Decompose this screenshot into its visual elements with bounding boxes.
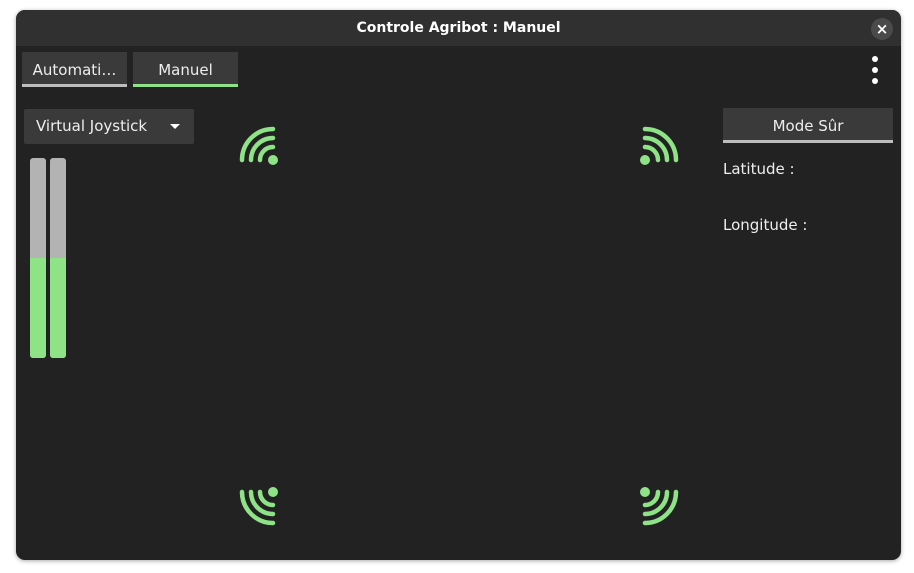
dot-icon: [872, 56, 878, 62]
dot-icon: [872, 78, 878, 84]
right-level-fill: [50, 258, 66, 358]
right-level-gauge: [50, 158, 66, 358]
menu-button[interactable]: [867, 55, 883, 85]
left-level-fill: [30, 258, 46, 358]
controller-dropdown[interactable]: Virtual Joystick: [24, 109, 194, 144]
wifi-top-right-icon: [636, 120, 684, 168]
safe-mode-button[interactable]: Mode Sûr: [723, 108, 893, 143]
dot-icon: [872, 67, 878, 73]
wifi-bottom-right-icon: [636, 484, 684, 532]
latitude-label: Latitude :: [723, 160, 795, 178]
titlebar: Controle Agribot : Manuel ×: [16, 10, 901, 46]
longitude-label: Longitude :: [723, 216, 808, 234]
window-title: Controle Agribot : Manuel: [356, 20, 561, 36]
tab-manual[interactable]: Manuel: [133, 52, 238, 87]
controller-dropdown-value: Virtual Joystick: [36, 117, 148, 135]
chevron-down-icon: [170, 124, 180, 129]
wifi-bottom-left-icon: [234, 484, 282, 532]
wifi-top-left-icon: [234, 120, 282, 168]
app-window: Controle Agribot : Manuel × Automati… Ma…: [16, 10, 901, 560]
left-level-gauge: [30, 158, 46, 358]
tab-automatic[interactable]: Automati…: [22, 52, 127, 87]
close-button[interactable]: ×: [871, 18, 893, 40]
